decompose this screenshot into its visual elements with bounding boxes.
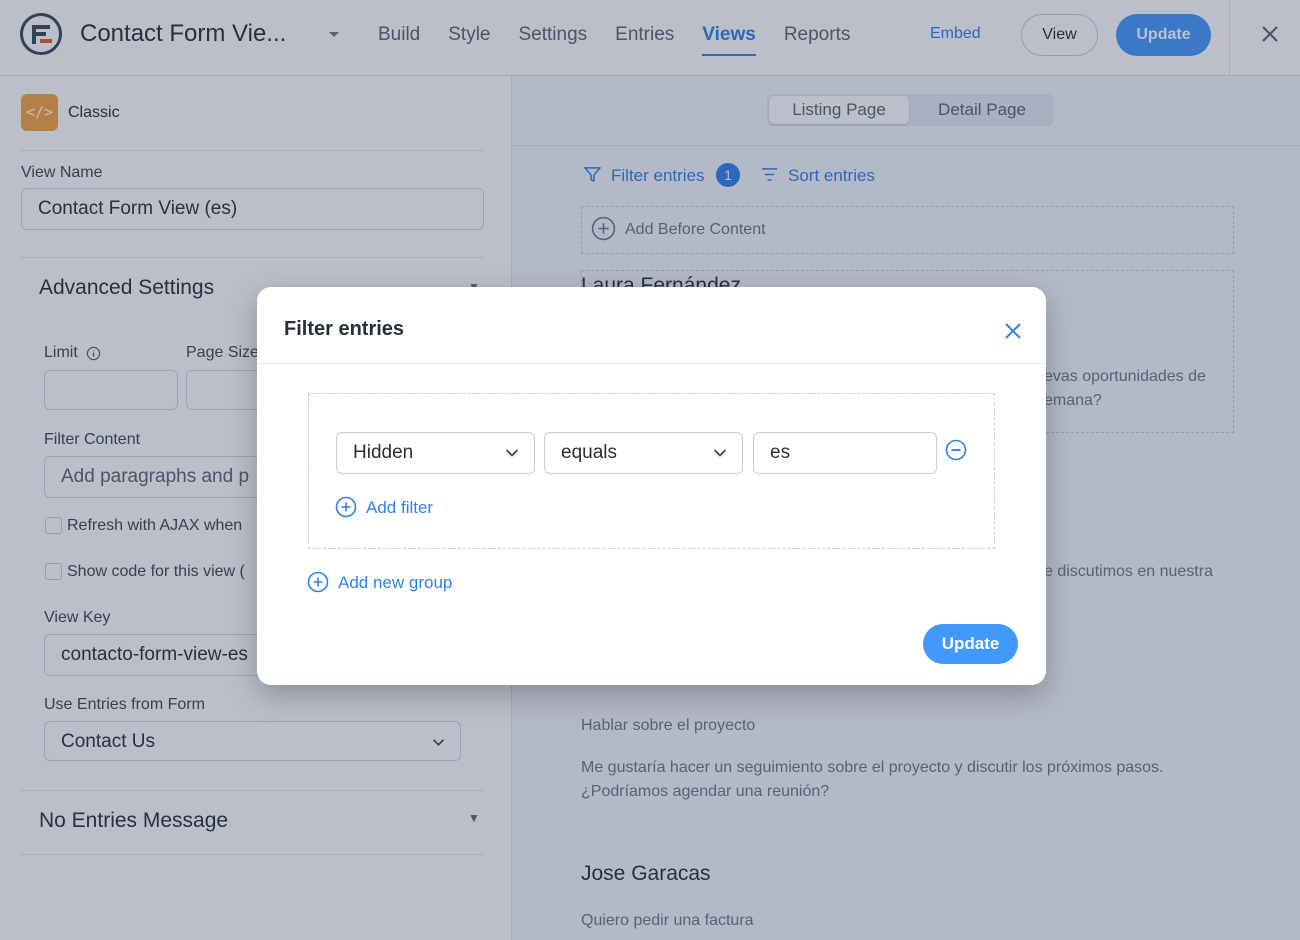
remove-filter-icon[interactable] xyxy=(945,439,967,461)
filter-value-text: es xyxy=(770,442,791,463)
filter-entries-modal: Filter entries Hidden equals es Add filt… xyxy=(257,287,1046,685)
filter-field-select[interactable]: Hidden xyxy=(336,432,535,474)
filter-value-input[interactable]: es xyxy=(753,432,937,474)
divider xyxy=(257,363,1046,364)
modal-title: Filter entries xyxy=(284,318,405,340)
chevron-down-icon xyxy=(505,449,519,457)
chevron-down-icon xyxy=(713,449,727,457)
add-filter-link[interactable]: Add filter xyxy=(366,498,433,518)
plus-circle-icon[interactable] xyxy=(335,496,357,518)
filter-operator-select[interactable]: equals xyxy=(544,432,743,474)
filter-operator-value: equals xyxy=(561,442,617,463)
close-icon[interactable] xyxy=(1004,322,1022,340)
filter-field-value: Hidden xyxy=(353,442,414,463)
add-new-group-link[interactable]: Add new group xyxy=(338,573,452,593)
modal-update-button[interactable]: Update xyxy=(923,624,1018,664)
plus-circle-icon[interactable] xyxy=(307,571,329,593)
